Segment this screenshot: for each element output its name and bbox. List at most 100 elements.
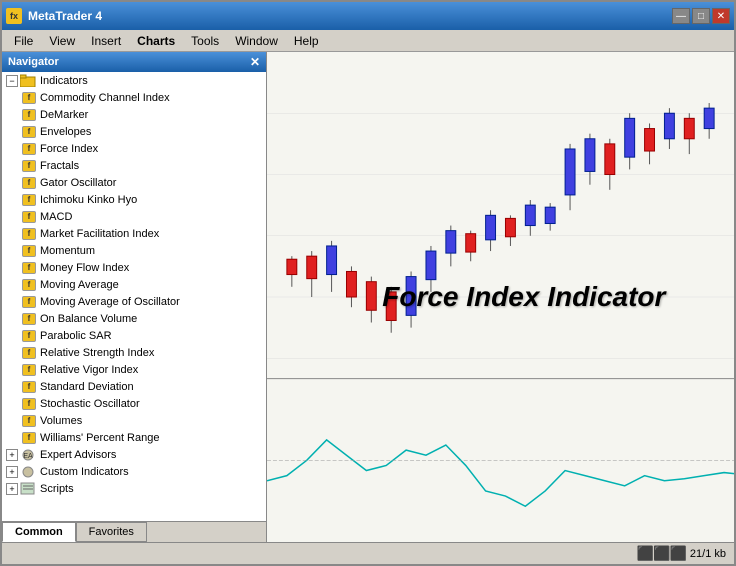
list-item[interactable]: f Fractals bbox=[2, 157, 266, 174]
indicators-label: Indicators bbox=[40, 75, 88, 87]
list-item[interactable]: f Moving Average of Oscillator bbox=[2, 293, 266, 310]
indicator-icon: f bbox=[22, 143, 36, 155]
expert-advisors-label: Expert Advisors bbox=[40, 449, 116, 461]
list-item[interactable]: f Relative Strength Index bbox=[2, 344, 266, 361]
item-label: Market Facilitation Index bbox=[40, 228, 159, 240]
item-label: Relative Vigor Index bbox=[40, 364, 138, 376]
item-label: Commodity Channel Index bbox=[40, 92, 170, 104]
chart-label: Force Index Indicator bbox=[382, 281, 665, 313]
folder-icon bbox=[20, 74, 36, 88]
scripts-label: Scripts bbox=[40, 483, 74, 495]
minimize-button[interactable]: — bbox=[672, 8, 690, 24]
indicator-icon: f bbox=[22, 160, 36, 172]
navigator-tabs: Common Favorites bbox=[2, 521, 266, 542]
indicator-icon: f bbox=[22, 313, 36, 325]
list-item[interactable]: f Force Index bbox=[2, 140, 266, 157]
list-item[interactable]: f Money Flow Index bbox=[2, 259, 266, 276]
main-content: Navigator ✕ − Indicators bbox=[2, 52, 734, 542]
item-label: DeMarker bbox=[40, 109, 88, 121]
tab-favorites[interactable]: Favorites bbox=[76, 522, 147, 542]
indicator-icon: f bbox=[22, 126, 36, 138]
list-item[interactable]: f Commodity Channel Index bbox=[2, 89, 266, 106]
indicator-icon: f bbox=[22, 330, 36, 342]
expand-icon[interactable]: + bbox=[6, 466, 18, 478]
expert-advisors-folder[interactable]: + EA Expert Advisors bbox=[2, 446, 266, 463]
indicator-icon: f bbox=[22, 398, 36, 410]
item-label: Envelopes bbox=[40, 126, 91, 138]
menu-window[interactable]: Window bbox=[227, 32, 286, 50]
list-item[interactable]: f Moving Average bbox=[2, 276, 266, 293]
list-item[interactable]: f Market Facilitation Index bbox=[2, 225, 266, 242]
menu-file[interactable]: File bbox=[6, 32, 41, 50]
title-bar: fx MetaTrader 4 — □ ✕ bbox=[2, 2, 734, 30]
expert-advisors-icon: EA bbox=[20, 448, 36, 462]
indicator-icon: f bbox=[22, 381, 36, 393]
indicator-icon: f bbox=[22, 432, 36, 444]
menu-view[interactable]: View bbox=[41, 32, 83, 50]
menu-charts[interactable]: Charts bbox=[129, 32, 183, 50]
item-label: Moving Average bbox=[40, 279, 119, 291]
indicator-icon: f bbox=[22, 296, 36, 308]
list-item[interactable]: f Stochastic Oscillator bbox=[2, 395, 266, 412]
list-item[interactable]: f MACD bbox=[2, 208, 266, 225]
chart-status: ⬛⬛⬛ 21/1 kb bbox=[637, 545, 726, 562]
indicator-icon: f bbox=[22, 245, 36, 257]
list-item[interactable]: f Parabolic SAR bbox=[2, 327, 266, 344]
chart-area[interactable]: Force Index Indicator bbox=[267, 52, 734, 542]
expand-icon[interactable]: + bbox=[6, 483, 18, 495]
expand-icon[interactable]: + bbox=[6, 449, 18, 461]
indicator-icon: f bbox=[22, 194, 36, 206]
list-item[interactable]: f Relative Vigor Index bbox=[2, 361, 266, 378]
indicators-folder[interactable]: − Indicators bbox=[2, 72, 266, 89]
item-label: Relative Strength Index bbox=[40, 347, 154, 359]
custom-indicators-folder[interactable]: + Custom Indicators bbox=[2, 463, 266, 480]
navigator-close-button[interactable]: ✕ bbox=[250, 55, 260, 69]
navigator-header: Navigator ✕ bbox=[2, 52, 266, 72]
close-button[interactable]: ✕ bbox=[712, 8, 730, 24]
chart-icon: ⬛⬛⬛ bbox=[637, 545, 686, 562]
scripts-folder[interactable]: + Scripts bbox=[2, 480, 266, 497]
custom-indicators-icon bbox=[20, 465, 36, 479]
window-title: MetaTrader 4 bbox=[28, 9, 672, 23]
indicator-icon: f bbox=[22, 92, 36, 104]
custom-indicators-label: Custom Indicators bbox=[40, 466, 129, 478]
item-label: Volumes bbox=[40, 415, 82, 427]
indicator-icon: f bbox=[22, 262, 36, 274]
indicator-icon: f bbox=[22, 109, 36, 121]
main-window: fx MetaTrader 4 — □ ✕ File View Insert C… bbox=[0, 0, 736, 566]
tab-common[interactable]: Common bbox=[2, 522, 76, 542]
list-item[interactable]: f Standard Deviation bbox=[2, 378, 266, 395]
indicator-icon: f bbox=[22, 364, 36, 376]
navigator-body[interactable]: − Indicators f Commodity Channel Index bbox=[2, 72, 266, 521]
scripts-icon bbox=[20, 482, 36, 496]
menu-insert[interactable]: Insert bbox=[83, 32, 129, 50]
list-item[interactable]: f Ichimoku Kinko Hyo bbox=[2, 191, 266, 208]
expand-icon[interactable]: − bbox=[6, 75, 18, 87]
item-label: Ichimoku Kinko Hyo bbox=[40, 194, 137, 206]
menu-bar: File View Insert Charts Tools Window Hel… bbox=[2, 30, 734, 52]
list-item[interactable]: f Envelopes bbox=[2, 123, 266, 140]
list-item[interactable]: f DeMarker bbox=[2, 106, 266, 123]
indicator-icon: f bbox=[22, 177, 36, 189]
navigator-title: Navigator bbox=[8, 56, 59, 68]
item-label: Stochastic Oscillator bbox=[40, 398, 140, 410]
item-label: Moving Average of Oscillator bbox=[40, 296, 180, 308]
item-label: Force Index bbox=[40, 143, 98, 155]
indicator-icon: f bbox=[22, 415, 36, 427]
window-controls: — □ ✕ bbox=[672, 8, 730, 24]
list-item[interactable]: f On Balance Volume bbox=[2, 310, 266, 327]
item-label: Standard Deviation bbox=[40, 381, 134, 393]
item-label: Parabolic SAR bbox=[40, 330, 112, 342]
item-label: On Balance Volume bbox=[40, 313, 137, 325]
indicator-icon: f bbox=[22, 279, 36, 291]
item-label: Gator Oscillator bbox=[40, 177, 116, 189]
list-item[interactable]: f Momentum bbox=[2, 242, 266, 259]
list-item[interactable]: f Volumes bbox=[2, 412, 266, 429]
menu-tools[interactable]: Tools bbox=[183, 32, 227, 50]
list-item[interactable]: f Williams' Percent Range bbox=[2, 429, 266, 446]
list-item[interactable]: f Gator Oscillator bbox=[2, 174, 266, 191]
maximize-button[interactable]: □ bbox=[692, 8, 710, 24]
app-icon: fx bbox=[6, 8, 22, 24]
navigator-panel: Navigator ✕ − Indicators bbox=[2, 52, 267, 542]
menu-help[interactable]: Help bbox=[286, 32, 327, 50]
